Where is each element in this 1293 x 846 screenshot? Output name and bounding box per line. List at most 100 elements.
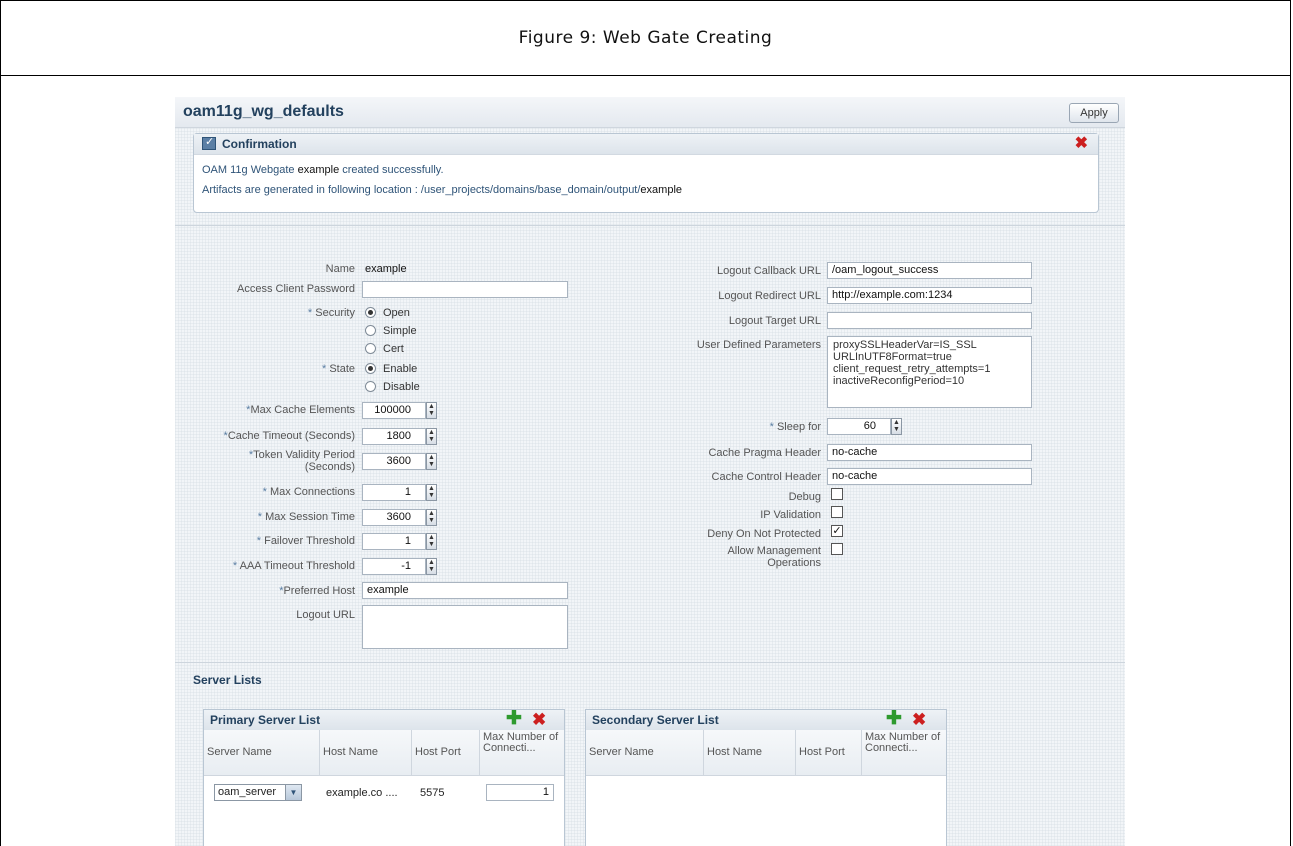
primary-server-list-title: Primary Server List <box>210 713 321 727</box>
logout-target-input[interactable] <box>827 312 1032 329</box>
aaa-timeout-label: * AAA Timeout Threshold <box>232 560 355 572</box>
user-param-line: client_request_retry_attempts=1 <box>833 363 991 375</box>
close-icon[interactable]: ✖ <box>1075 136 1088 152</box>
col-server-name[interactable]: Server Name <box>204 730 320 776</box>
message-suffix: created successfully. <box>342 164 444 176</box>
user-defined-params-input[interactable]: proxySSLHeaderVar=IS_SSL URLInUTF8Format… <box>827 336 1032 408</box>
artifacts-message: Artifacts are generated in following loc… <box>202 184 682 196</box>
max-cache-elements-label: *Max Cache Elements <box>246 404 355 416</box>
primary-server-list: Primary Server List ✚ ✖ Server Name Host… <box>203 709 565 846</box>
confirmation-icon <box>202 135 216 150</box>
deny-on-not-protected-label: Deny On Not Protected <box>707 528 821 540</box>
logout-redirect-label: Logout Redirect URL <box>718 290 821 302</box>
access-client-password-label: Access Client Password <box>237 283 355 295</box>
col-host-name[interactable]: Host Name <box>320 730 412 776</box>
apply-button[interactable]: Apply <box>1069 103 1119 123</box>
col-max-connections[interactable]: Max Number of Connecti... <box>480 730 564 776</box>
confirmation-message: OAM 11g Webgate example created successf… <box>202 164 444 176</box>
max-session-time-input[interactable]: 3600 ▲ ▼ <box>362 509 437 526</box>
failover-spinner[interactable]: ▲ ▼ <box>426 533 437 550</box>
cache-timeout-spinner[interactable]: ▲ ▼ <box>426 428 437 445</box>
server-lists-divider <box>175 662 1125 663</box>
token-validity-input[interactable]: 3600 ▲ ▼ <box>362 453 437 470</box>
host-port-cell[interactable]: 5575 <box>420 787 444 799</box>
max-session-spinner[interactable]: ▲ ▼ <box>426 509 437 526</box>
col-max-connections[interactable]: Max Number of Connecti... <box>862 730 946 776</box>
server-lists-title: Server Lists <box>193 673 262 687</box>
max-connections-spinner[interactable]: ▲ ▼ <box>426 484 437 501</box>
security-open-label: Open <box>383 307 410 319</box>
failover-threshold-input[interactable]: 1 ▲ ▼ <box>362 533 437 550</box>
user-param-line: proxySSLHeaderVar=IS_SSL <box>833 339 977 351</box>
access-client-password-input[interactable] <box>362 281 568 298</box>
add-icon[interactable]: ✚ <box>886 710 902 728</box>
user-defined-params-label: User Defined Parameters <box>696 339 821 351</box>
max-session-time-label: * Max Session Time <box>257 511 355 523</box>
secondary-server-list-title: Secondary Server List <box>592 713 719 727</box>
sleep-for-input[interactable]: 60 ▲ ▼ <box>827 418 902 435</box>
max-connections-input[interactable]: 1 ▲ ▼ <box>362 484 437 501</box>
state-enable-radio[interactable] <box>365 363 376 374</box>
name-value: example <box>365 263 407 275</box>
chevron-down-icon[interactable]: ▼ <box>285 785 301 800</box>
confirmation-title: Confirmation <box>222 137 297 151</box>
token-validity-label: *Token Validity Period (Seconds) <box>248 449 355 473</box>
max-connections-cell[interactable]: 1 <box>486 784 554 801</box>
cache-timeout-label: *Cache Timeout (Seconds) <box>223 430 355 442</box>
cache-control-input[interactable]: no-cache <box>827 468 1032 485</box>
preferred-host-input[interactable]: example <box>362 582 568 599</box>
security-label: * Security <box>307 307 355 319</box>
deny-on-not-protected-checkbox[interactable]: ✓ <box>831 525 843 537</box>
host-name-cell: example.co .... <box>326 787 398 799</box>
artifacts-path: Artifacts are generated in following loc… <box>202 184 641 196</box>
col-host-name[interactable]: Host Name <box>704 730 796 776</box>
figure-caption: Figure 9: Web Gate Creating <box>1 1 1290 76</box>
sleep-for-spinner[interactable]: ▲ ▼ <box>891 418 902 435</box>
security-simple-radio[interactable] <box>365 325 376 336</box>
logout-callback-input[interactable]: /oam_logout_success <box>827 262 1032 279</box>
allow-management-checkbox[interactable] <box>831 543 843 555</box>
logout-url-label: Logout URL <box>296 609 355 621</box>
state-disable-label: Disable <box>383 381 420 393</box>
security-cert-radio[interactable] <box>365 343 376 354</box>
debug-label: Debug <box>788 491 821 503</box>
sleep-for-label: * Sleep for <box>769 421 821 433</box>
security-cert-label: Cert <box>383 343 404 355</box>
add-icon[interactable]: ✚ <box>506 710 522 728</box>
col-host-port[interactable]: Host Port <box>796 730 862 776</box>
logout-redirect-input[interactable]: http://example.com:1234 <box>827 287 1032 304</box>
max-cache-spinner[interactable]: ▲ ▼ <box>426 402 437 419</box>
server-name-select[interactable]: oam_server ▼ <box>214 784 302 801</box>
col-host-port[interactable]: Host Port <box>412 730 480 776</box>
logout-url-input[interactable] <box>362 605 568 649</box>
delete-icon[interactable]: ✖ <box>532 711 546 728</box>
secondary-server-list: Secondary Server List ✚ ✖ Server Name Ho… <box>585 709 947 846</box>
cache-timeout-input[interactable]: 1800 ▲ ▼ <box>362 428 437 445</box>
delete-icon[interactable]: ✖ <box>912 711 926 728</box>
col-server-name[interactable]: Server Name <box>586 730 704 776</box>
cache-pragma-input[interactable]: no-cache <box>827 444 1032 461</box>
user-param-line: URLInUTF8Format=true <box>833 351 952 363</box>
aaa-timeout-input[interactable]: -1 ▲ ▼ <box>362 558 437 575</box>
debug-checkbox[interactable] <box>831 488 843 500</box>
primary-server-list-header: Primary Server List ✚ ✖ <box>204 710 564 731</box>
allow-management-label: Allow Management Operations <box>727 545 821 569</box>
artifacts-folder: example <box>640 184 682 196</box>
state-enable-label: Enable <box>383 363 418 375</box>
user-param-line: inactiveReconfigPeriod=10 <box>833 375 965 387</box>
ip-validation-label: IP Validation <box>760 509 821 521</box>
state-disable-radio[interactable] <box>365 381 376 392</box>
webgate-screen: oam11g_wg_defaults Apply Confirmation ✖ … <box>175 97 1125 846</box>
webgate-name: example <box>297 164 340 176</box>
page-title: oam11g_wg_defaults <box>183 103 344 120</box>
max-connections-label: * Max Connections <box>262 486 355 498</box>
failover-threshold-label: * Failover Threshold <box>256 535 355 547</box>
ip-validation-checkbox[interactable] <box>831 506 843 518</box>
token-validity-spinner[interactable]: ▲ ▼ <box>426 453 437 470</box>
security-open-radio[interactable] <box>365 307 376 318</box>
confirmation-header: Confirmation ✖ <box>194 134 1098 155</box>
aaa-timeout-spinner[interactable]: ▲ ▼ <box>426 558 437 575</box>
confirmation-box: Confirmation ✖ OAM 11g Webgate example c… <box>193 133 1099 213</box>
max-cache-elements-input[interactable]: 100000 ▲ ▼ <box>362 402 437 419</box>
preferred-host-label: *Preferred Host <box>279 585 355 597</box>
